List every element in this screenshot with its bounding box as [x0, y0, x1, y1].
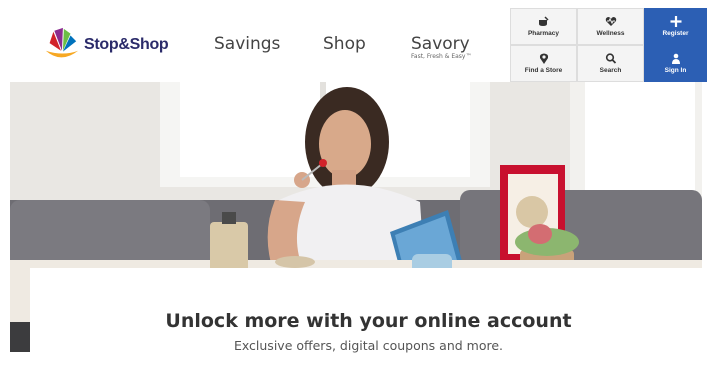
- wellness-label: Wellness: [596, 30, 625, 37]
- find-a-store-label: Find a Store: [524, 67, 563, 74]
- sign-in-label: Sign In: [664, 67, 687, 74]
- find-a-store-button[interactable]: Find a Store: [510, 45, 577, 82]
- nav-savings[interactable]: Savings: [214, 34, 280, 54]
- register-button[interactable]: Register: [644, 8, 707, 45]
- search-label: Search: [599, 67, 622, 74]
- site-header: Stop&Shop Savings Shop Savory Fast, Fres…: [0, 0, 707, 82]
- promo-title: Unlock more with your online account: [165, 310, 572, 332]
- pharmacy-label: Pharmacy: [527, 30, 560, 37]
- wellness-button[interactable]: Wellness: [577, 8, 644, 45]
- promo-card: Unlock more with your online account Exc…: [30, 268, 707, 366]
- leaf-logo-icon: [45, 27, 79, 58]
- pharmacy-button[interactable]: Pharmacy: [510, 8, 577, 45]
- heart-pulse-icon: [605, 17, 616, 26]
- brand-name: Stop&Shop: [84, 36, 169, 53]
- utility-nav: Pharmacy Wellness Register Find a Store …: [510, 8, 707, 82]
- search-icon: [605, 53, 616, 64]
- user-icon: [671, 53, 680, 64]
- promo-subtitle: Exclusive offers, digital coupons and mo…: [233, 338, 504, 353]
- nav-shop[interactable]: Shop: [323, 34, 366, 54]
- sign-in-button[interactable]: Sign In: [644, 45, 707, 82]
- map-pin-icon: [539, 53, 548, 64]
- nav-savory-label: Savory: [411, 34, 470, 54]
- register-label: Register: [662, 30, 689, 37]
- pharmacy-icon: [538, 16, 549, 26]
- nav-savory[interactable]: Savory Fast, Fresh & Easy™: [411, 35, 471, 61]
- stop-and-shop-logo[interactable]: Stop&Shop: [42, 24, 182, 66]
- plus-icon: [670, 16, 681, 27]
- search-button[interactable]: Search: [577, 45, 644, 82]
- nav-savory-tagline: Fast, Fresh & Easy™: [411, 53, 472, 60]
